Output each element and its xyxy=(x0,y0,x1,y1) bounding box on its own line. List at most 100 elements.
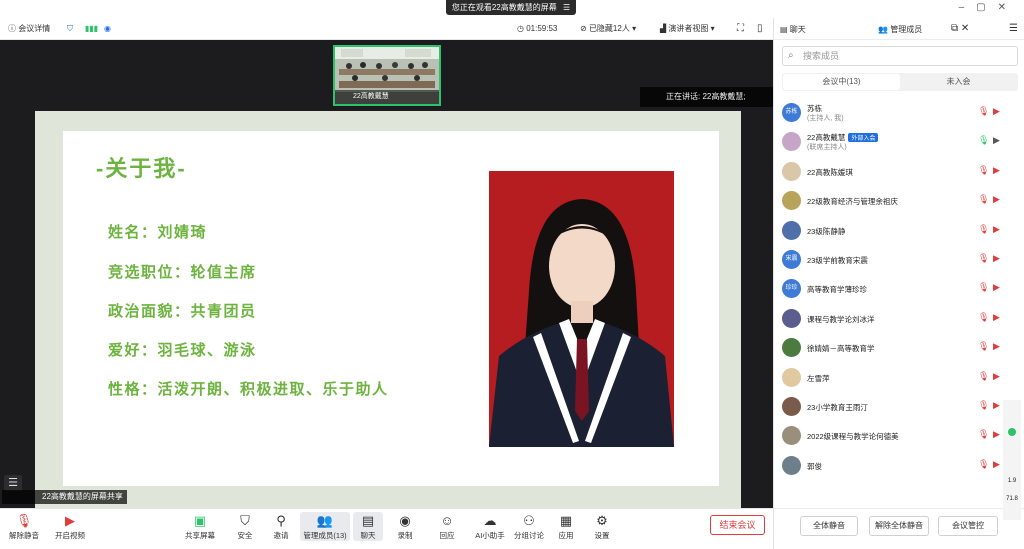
member-row[interactable]: 22高教戴慧 外部入会 (联席主持人) 🎙 ▶ xyxy=(774,127,1024,156)
member-row[interactable]: 22级教育经济与管理余祖庆 🎙 ▶ xyxy=(774,186,1024,215)
mic-off-icon[interactable]: 🎙 xyxy=(978,371,989,382)
camera-off-icon[interactable]: ▶ xyxy=(993,194,1000,205)
chat-tab[interactable]: ▤ 聊天 xyxy=(780,24,806,36)
member-row[interactable]: 23级陈静静 🎙 ▶ xyxy=(774,216,1024,245)
menu-icon[interactable]: ☰ xyxy=(563,3,570,12)
member-row[interactable]: 徐婧婧－高等教育学 🎙 ▶ xyxy=(774,333,1024,362)
member-name: 郭俊 xyxy=(807,461,822,472)
member-row[interactable]: 珍珍 高等教育学薄珍珍 🎙 ▶ xyxy=(774,274,1024,303)
camera-off-icon[interactable]: ▶ xyxy=(993,135,1000,146)
camera-off-icon[interactable]: ▶ xyxy=(993,429,1000,440)
hidden-members-button[interactable]: ⊘ 已隐藏12人 ▾ xyxy=(580,23,636,35)
avatar: 珍珍 xyxy=(782,279,801,299)
unmute-all-button[interactable]: 解除全体静音 xyxy=(869,516,929,536)
start-video-button[interactable]: ▶ 开启视频 xyxy=(50,512,90,541)
mute-all-button[interactable]: 全体静音 xyxy=(800,516,858,536)
camera-off-icon[interactable]: ▶ xyxy=(993,312,1000,323)
member-name-text: 徐婧婧－高等教育学 xyxy=(807,344,875,354)
close-icon[interactable]: ✕ xyxy=(998,2,1018,13)
meeting-control-button[interactable]: 会议管控 xyxy=(938,516,998,536)
security-button[interactable]: ⛉ 安全 xyxy=(225,512,265,541)
tab-in-meeting[interactable]: 会议中(13) xyxy=(783,74,900,90)
start-video-label: 开启视频 xyxy=(55,531,85,540)
mic-off-icon[interactable]: 🎙 xyxy=(978,194,989,205)
mic-off-icon[interactable]: 🎙 xyxy=(978,312,989,323)
list-view-icon[interactable]: ☰ xyxy=(4,475,22,491)
camera-off-icon[interactable]: ▶ xyxy=(993,165,1000,176)
unmute-button[interactable]: 🎙 解除静音 xyxy=(4,512,44,541)
member-row[interactable]: 郭俊 🎙 ▶ xyxy=(774,451,1024,480)
camera-off-icon[interactable]: ▶ xyxy=(993,282,1000,293)
members-tab-label: 管理成员 xyxy=(890,25,923,34)
camera-off-icon[interactable]: ▶ xyxy=(993,224,1000,235)
camera-off-icon[interactable]: ▶ xyxy=(993,371,1000,382)
menu-icon[interactable]: ☰ xyxy=(1009,23,1018,35)
mic-off-icon[interactable]: 🎙 xyxy=(978,282,989,293)
camera-off-icon[interactable]: ▶ xyxy=(993,459,1000,470)
mic-off-icon[interactable]: 🎙 xyxy=(978,165,989,176)
member-row[interactable]: 苏栋 苏栋 (主持人, 我) 🎙 ▶ xyxy=(774,98,1024,127)
shared-slide: -关于我- 姓名：刘婧琦 竞选职位：轮值主席 政治面貌：共青团员 爱好：羽毛球、… xyxy=(63,131,719,486)
camera-off-icon[interactable]: ▶ xyxy=(993,400,1000,411)
member-name: 23级陈静静 xyxy=(807,226,845,237)
mic-off-icon[interactable]: 🎙 xyxy=(978,400,989,411)
record-icon: ◉ xyxy=(399,513,411,528)
member-name-text: 高等教育学薄珍珍 xyxy=(807,285,867,295)
mic-off-icon[interactable]: 🎙 xyxy=(978,106,989,117)
clock-icon: ◷ xyxy=(517,24,524,33)
mic-off-icon[interactable]: 🎙 xyxy=(978,459,989,470)
members-tab[interactable]: 👥 管理成员 xyxy=(878,24,922,36)
member-row[interactable]: 宋震 23级学前教育宋震 🎙 ▶ xyxy=(774,245,1024,274)
end-meeting-button[interactable]: 结束会议 xyxy=(710,515,765,535)
layout-icon: ▟ xyxy=(660,24,667,33)
indicator-value-1: 1.9 xyxy=(1007,478,1017,484)
settings-button[interactable]: ⚙ 设置 xyxy=(582,512,622,541)
breakout-button[interactable]: ⚇ 分组讨论 xyxy=(509,512,549,541)
avatar xyxy=(782,426,801,446)
shield-icon[interactable]: ⛉ xyxy=(67,23,73,35)
member-name-text: 2022级课程与教学论何德美 xyxy=(807,432,899,442)
network-icon[interactable]: ◉ xyxy=(104,23,111,35)
view-mode-button[interactable]: ▟ 演讲者视图 ▾ xyxy=(660,23,715,35)
camera-off-icon[interactable]: ▶ xyxy=(993,106,1000,117)
camera-off-icon[interactable]: ▶ xyxy=(993,341,1000,352)
member-row[interactable]: 左雪萍 🎙 ▶ xyxy=(774,363,1024,392)
mic-off-icon[interactable]: 🎙 xyxy=(978,224,989,235)
record-label: 录制 xyxy=(397,531,413,540)
maximize-icon[interactable]: ▢ xyxy=(976,2,997,13)
chat-tab-icon: ▤ xyxy=(780,25,788,34)
search-members-input[interactable]: 搜索成员 xyxy=(782,46,1018,66)
signal-icon[interactable]: ▮▮▮ xyxy=(85,23,98,35)
manage-members-button[interactable]: 👥 管理成员(13) xyxy=(300,512,350,541)
screen-share-tag: 22高教戴慧的屏幕共享 xyxy=(2,490,127,504)
meeting-details-button[interactable]: ⓘ 会议详情 xyxy=(8,23,50,35)
hidden-count: 已隐藏12人 xyxy=(588,24,630,33)
record-button[interactable]: ◉ 录制 xyxy=(385,512,425,541)
tab-not-joined[interactable]: 未入会 xyxy=(900,74,1017,90)
mic-off-icon[interactable]: 🎙 xyxy=(978,135,989,146)
share-screen-icon: ▣ xyxy=(193,513,207,528)
reactions-button[interactable]: ☺ 回应 xyxy=(427,512,467,541)
invite-button[interactable]: ⚲ 邀请 xyxy=(261,512,301,541)
camera-off-icon[interactable]: ▶ xyxy=(993,253,1000,264)
member-row[interactable]: 课程与教学论刘冰洋 🎙 ▶ xyxy=(774,304,1024,333)
mic-off-icon[interactable]: 🎙 xyxy=(978,429,989,440)
slide-line-position: 竞选职位：轮值主席 xyxy=(108,264,257,281)
panel-header: ▤ 聊天 👥 管理成员 ⧉ ✕ ☰ xyxy=(774,18,1024,40)
minimize-icon[interactable]: – xyxy=(959,2,977,13)
fullscreen-icon[interactable]: ⛶ xyxy=(737,23,744,35)
avatar xyxy=(782,308,801,328)
mic-off-icon[interactable]: 🎙 xyxy=(978,341,989,352)
member-row[interactable]: 2022级课程与教学论何德美 🎙 ▶ xyxy=(774,421,1024,450)
sidebar-toggle-icon[interactable]: ▯ xyxy=(757,23,763,35)
thumbnail-label: 22高教戴慧 xyxy=(335,90,439,104)
share-screen-button[interactable]: ▣ 共享屏幕 xyxy=(180,512,220,541)
active-speaker-thumbnail[interactable]: 22高教戴慧 xyxy=(333,45,441,106)
ai-assistant-button[interactable]: ☁ AI小助手 xyxy=(470,512,510,541)
chat-button[interactable]: ▤ 聊天 xyxy=(353,512,383,541)
member-row[interactable]: 22高教陈媛琪 🎙 ▶ xyxy=(774,157,1024,186)
apps-button[interactable]: ▦ 应用 xyxy=(546,512,586,541)
mic-off-icon[interactable]: 🎙 xyxy=(978,253,989,264)
member-row[interactable]: 23小学教育王雨汀 🎙 ▶ xyxy=(774,392,1024,421)
popout-icon[interactable]: ⧉ ✕ xyxy=(951,23,969,35)
